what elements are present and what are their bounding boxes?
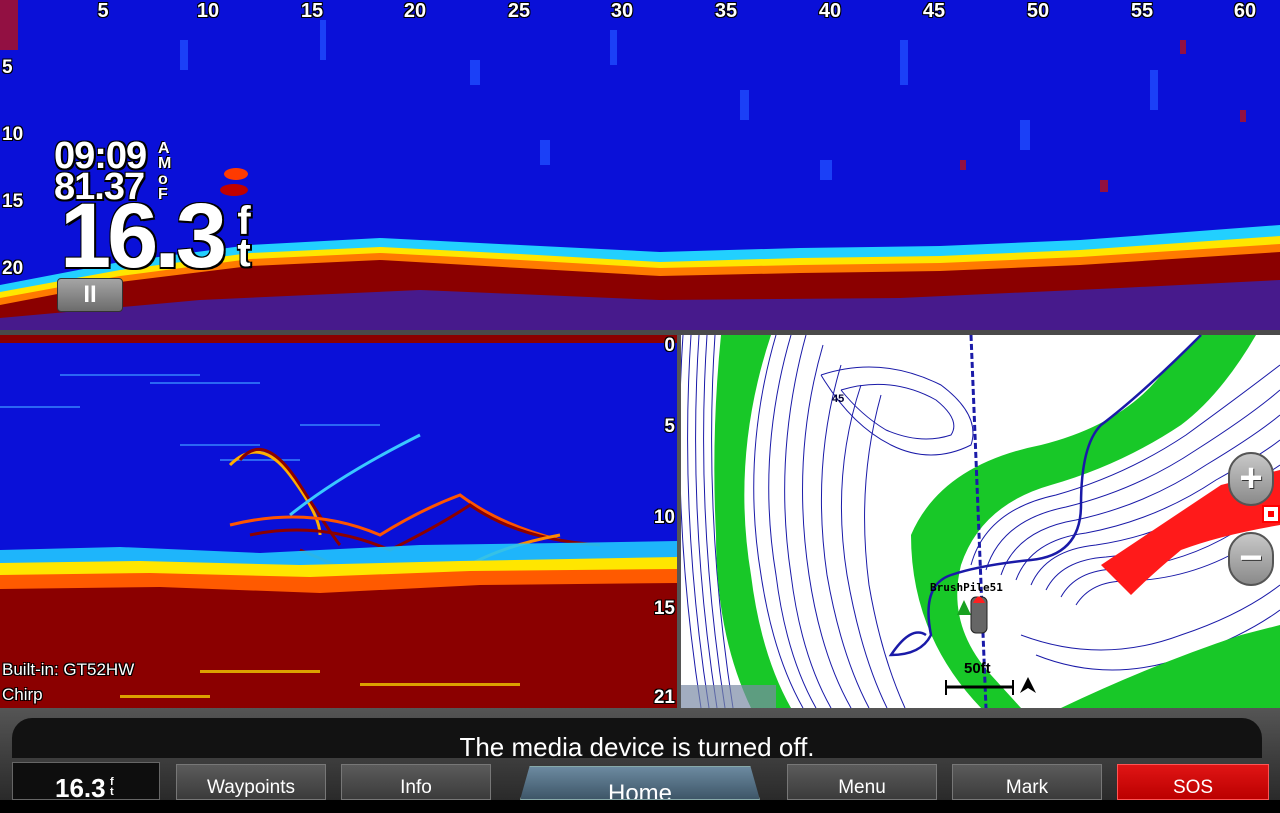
depth-scale-label: 10 <box>653 507 675 528</box>
downvu-sonar-panel[interactable]: 0 5 10 15 21 Built-in: GT52HW Chirp <box>0 335 677 708</box>
mark-button[interactable]: Mark <box>952 764 1102 800</box>
depth-readout: 16.3 <box>60 185 227 287</box>
depth-scale-label: 15 <box>653 598 675 619</box>
time-unit: A M <box>158 140 172 172</box>
range-label: 30 <box>610 0 634 22</box>
depth-scale-label: 0 <box>664 335 675 356</box>
depth-scale-label: 21 <box>653 687 675 708</box>
range-label: 50 <box>1026 0 1050 22</box>
transducer-label: Built-in: GT52HW <box>2 660 135 679</box>
time-unit-a: A <box>158 140 170 157</box>
range-label: 20 <box>403 0 427 22</box>
zoom-out-button[interactable]: − <box>1228 532 1274 586</box>
range-label: 45 <box>922 0 946 22</box>
sonar-mode-label: Chirp <box>2 685 43 704</box>
depth-scale-label: 20 <box>2 258 24 279</box>
waypoints-button[interactable]: Waypoints <box>176 764 326 800</box>
status-message: The media device is turned off. <box>12 718 1262 758</box>
range-label: 10 <box>196 0 220 22</box>
home-button[interactable]: Home <box>520 766 760 800</box>
depth-scale-label: 15 <box>2 191 24 212</box>
sos-button[interactable]: SOS <box>1117 764 1269 800</box>
depth-scale-label: 5 <box>664 416 675 437</box>
depth-unit: f t <box>232 201 256 275</box>
map-scale-label: 50ft <box>964 660 991 677</box>
time-unit-m: M <box>158 155 172 172</box>
pause-button[interactable]: II <box>57 278 123 312</box>
sidescan-sonar-panel[interactable]: 5 10 15 20 25 30 35 40 45 50 55 60 5 10 … <box>0 0 1280 330</box>
downvu-returns-graphic <box>0 335 677 708</box>
range-label: 55 <box>1130 0 1154 22</box>
range-label: 60 <box>1233 0 1257 22</box>
depth-databox-unit: f t <box>110 777 114 798</box>
depth-scale-label: 5 <box>2 57 13 78</box>
depth-scale-label: 10 <box>2 124 24 145</box>
range-label: 40 <box>818 0 842 22</box>
contour-depth-label: 45 <box>832 393 845 405</box>
info-button[interactable]: Info <box>341 764 491 800</box>
zoom-in-button[interactable]: + <box>1228 452 1274 506</box>
range-label: 35 <box>714 0 738 22</box>
waypoint-label[interactable]: BrushPile51 <box>930 581 1003 594</box>
contour-map-graphic <box>681 335 1280 708</box>
navigation-chart-panel[interactable]: 45 BrushPile51 50ft + − <box>681 335 1280 708</box>
depth-unit-t: t <box>237 231 251 275</box>
depth-databox[interactable]: 16.3 <box>12 762 160 803</box>
menu-button[interactable]: Menu <box>787 764 937 800</box>
range-label: 5 <box>97 0 109 22</box>
range-label: 15 <box>300 0 324 22</box>
range-label: 25 <box>507 0 531 22</box>
depth-databox-unit-t: t <box>110 786 114 798</box>
